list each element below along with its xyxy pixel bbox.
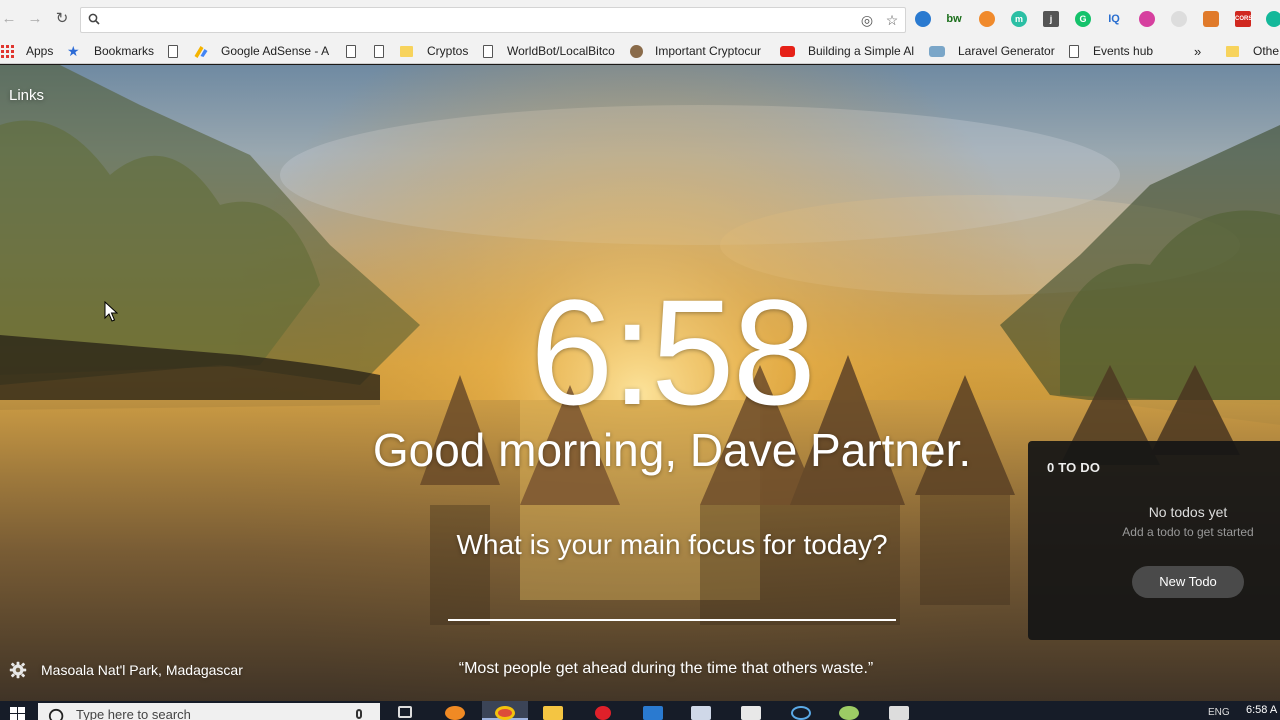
laravel-icon — [929, 45, 945, 57]
extension-cors-icon[interactable]: CORS — [1235, 11, 1252, 27]
bookmark-important-cryptocur[interactable]: Important Cryptocur — [630, 38, 766, 64]
mouse-cursor-icon — [104, 301, 118, 322]
task-view-icon — [398, 706, 412, 718]
chrome-icon — [495, 706, 515, 720]
search-icon — [48, 708, 64, 720]
taskbar-app-paint[interactable] — [826, 701, 872, 720]
extension-globe-icon[interactable] — [915, 11, 931, 27]
bookmark-label: Laravel Generator — [958, 44, 1055, 58]
app-circle-icon — [791, 706, 811, 720]
youtube-icon — [780, 45, 795, 57]
bookmark-page-3[interactable] — [374, 38, 392, 64]
back-button[interactable]: ← — [0, 10, 18, 28]
search-icon — [88, 13, 100, 25]
bookmarks-bar: Apps ★ Bookmarks Google AdSense - A Cryp… — [0, 38, 1280, 64]
bookmark-label: Events hub — [1093, 44, 1154, 58]
site-icon — [630, 44, 643, 58]
taskbar-opera[interactable] — [580, 701, 626, 720]
bookmark-page-1[interactable] — [168, 38, 186, 64]
star-icon: ★ — [67, 42, 80, 59]
bookmark-label: Cryptos — [427, 44, 469, 58]
bookmark-label: Othe — [1253, 44, 1280, 58]
links-menu[interactable]: Links — [9, 87, 44, 104]
daily-quote[interactable]: “Most people get ahead during the time t… — [0, 659, 1280, 679]
new-todo-button[interactable]: New Todo — [1132, 566, 1244, 598]
firefox-icon — [445, 706, 465, 720]
location-target-icon[interactable]: ◎ — [858, 11, 876, 29]
todo-empty-subtitle: Add a todo to get started — [1122, 525, 1254, 539]
extension-j-icon[interactable]: j — [1043, 11, 1059, 27]
bookmark-bookmarks[interactable]: ★ Bookmarks — [67, 38, 154, 64]
taskbar-app-blue[interactable] — [778, 701, 824, 720]
paint-icon — [839, 706, 859, 720]
bookmark-label: Bookmarks — [94, 44, 155, 58]
taskbar-app-misc[interactable] — [876, 701, 922, 720]
taskbar-mail[interactable] — [728, 701, 774, 720]
extension-bw-icon[interactable]: bw — [946, 11, 962, 27]
todo-empty-title: No todos yet — [1148, 504, 1228, 520]
taskbar-search-placeholder: Type here to search — [76, 707, 191, 720]
focus-input[interactable] — [448, 619, 896, 621]
taskbar-file-explorer[interactable] — [530, 701, 576, 720]
folder-icon — [543, 706, 563, 720]
task-view-button[interactable] — [382, 701, 428, 720]
bookmark-other-folder[interactable]: Othe — [1226, 38, 1280, 64]
bookmark-label: WorldBot/LocalBitco — [507, 44, 615, 58]
todo-count-label[interactable]: 0 TO DO — [1047, 460, 1100, 475]
keyboard-language[interactable]: ENG — [1208, 707, 1230, 718]
bookmark-label: Building a Simple Al — [808, 44, 915, 58]
app-icon — [889, 706, 909, 720]
bookmarks-overflow-chevron[interactable]: » — [1194, 38, 1201, 64]
taskbar-clock[interactable]: 6:58 A — [1246, 704, 1277, 716]
todo-panel: 0 TO DO No todos yet Add a todo to get s… — [1028, 441, 1280, 640]
chevron-right-icon: » — [1194, 43, 1202, 59]
bookmark-cryptos-folder[interactable]: Cryptos — [400, 38, 468, 64]
opera-icon — [595, 706, 611, 720]
extension-grey-icon[interactable] — [1171, 11, 1187, 27]
bookmark-label: Google AdSense - A — [221, 44, 329, 58]
bookmark-laravel-generator[interactable]: Laravel Generator — [929, 38, 1055, 64]
taskbar-store[interactable] — [678, 701, 724, 720]
taskbar-chrome[interactable] — [482, 701, 528, 720]
bookmark-worldbot[interactable]: WorldBot/LocalBitco — [483, 38, 616, 64]
mail-icon — [741, 706, 761, 720]
bookmark-label: Apps — [26, 44, 54, 58]
extension-m-icon[interactable]: m — [1011, 11, 1027, 27]
bookmark-building-simple[interactable]: Building a Simple Al — [780, 38, 916, 64]
extension-iq-icon[interactable]: IQ — [1106, 11, 1122, 27]
browser-toolbar: ← → ↻ ◎ ☆ bw m j G IQ CORS — [0, 0, 1280, 38]
vscode-icon — [643, 706, 663, 720]
windows-start-icon[interactable] — [0, 701, 36, 720]
extension-fox-icon[interactable] — [1203, 11, 1219, 27]
store-icon — [691, 706, 711, 720]
taskbar-search-box[interactable]: Type here to search — [38, 703, 380, 720]
bookmark-events-hub[interactable]: Events hub — [1069, 38, 1153, 64]
bookmark-apps[interactable]: Apps — [1, 38, 53, 64]
bookmark-label: Important Cryptocur — [655, 44, 762, 58]
page-icon — [1069, 44, 1079, 58]
taskbar-vscode[interactable] — [630, 701, 676, 720]
bookmark-page-2[interactable] — [346, 38, 364, 64]
windows-taskbar: Type here to search ENG 6:58 A — [0, 701, 1280, 720]
taskbar-firefox[interactable] — [432, 701, 478, 720]
forward-button[interactable]: → — [26, 10, 44, 28]
apps-grid-icon — [1, 44, 14, 58]
address-bar[interactable]: ◎ ☆ — [80, 7, 906, 33]
extension-orange-icon[interactable] — [979, 11, 995, 27]
page-icon — [483, 44, 493, 58]
folder-icon — [1226, 45, 1239, 57]
page-icon — [168, 44, 178, 58]
extension-grammarly-icon[interactable]: G — [1075, 11, 1091, 27]
page-icon — [374, 44, 384, 58]
bookmark-star-icon[interactable]: ☆ — [883, 11, 901, 29]
microphone-icon[interactable] — [356, 709, 362, 719]
adsense-icon — [194, 46, 208, 58]
clock-time: 6:58 — [530, 268, 816, 436]
page-icon — [346, 44, 356, 58]
folder-icon — [400, 45, 413, 57]
extension-instagram-icon[interactable] — [1139, 11, 1155, 27]
reload-button[interactable]: ↻ — [53, 10, 71, 28]
bookmark-adsense[interactable]: Google AdSense - A — [193, 38, 329, 64]
extension-teal-icon[interactable] — [1266, 11, 1280, 27]
